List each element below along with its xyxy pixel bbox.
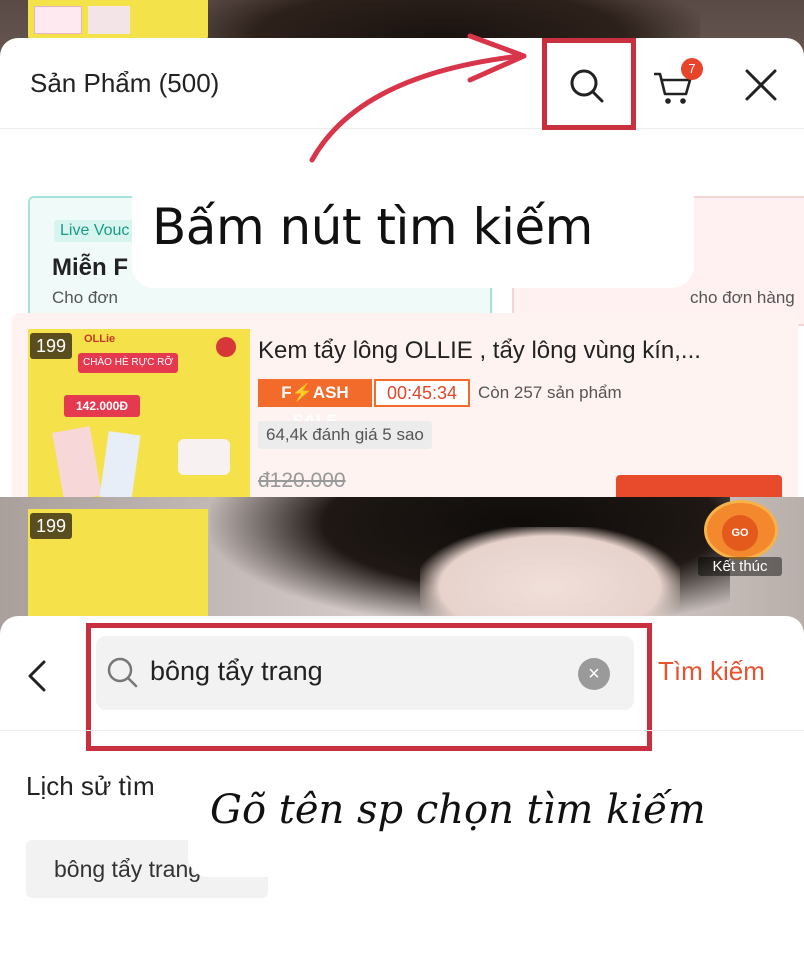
cherry-icon: [216, 337, 236, 357]
sheet-title: Sản Phẩm (500): [30, 68, 220, 98]
buy-button[interactable]: [616, 475, 782, 497]
product-image-banner: CHÀO HÈ RỰC RỠ: [78, 353, 178, 373]
product-image-price: 142.000Đ: [64, 395, 140, 417]
back-icon[interactable]: [22, 656, 52, 696]
close-icon[interactable]: [742, 66, 780, 104]
annotation-bubble-1: Bấm nút tìm kiếm: [132, 176, 694, 288]
search-input-highlight-box: [86, 623, 652, 751]
voucher-tag: Live Vouc: [54, 220, 136, 242]
annotation-text-2: Gõ tên sp chọn tìm kiếm: [210, 787, 706, 833]
voucher-title: Miễn F: [52, 254, 128, 281]
original-price: đ120.000: [258, 469, 346, 492]
go-button[interactable]: GO: [722, 515, 758, 551]
product-number-badge: 199: [30, 513, 72, 539]
product-image[interactable]: 199 OLLie CHÀO HÈ RỰC RỠ 142.000Đ: [28, 329, 250, 497]
product-name[interactable]: Kem tẩy lông OLLIE , tẩy lông vùng kín,.…: [258, 337, 701, 365]
product-card[interactable]: 199 OLLie CHÀO HÈ RỰC RỠ 142.000Đ Kem tẩ…: [12, 313, 798, 497]
divider: [0, 730, 804, 731]
annotation-bubble-2: Gõ tên sp chọn tìm kiếm: [188, 761, 778, 877]
stock-remaining: Còn 257 sản phẩm: [478, 383, 622, 402]
voucher-subtitle-2: cho đơn hàng: [690, 288, 795, 307]
product-number-badge: 199: [30, 333, 72, 359]
end-countdown-label: Kết thúc: [698, 557, 782, 576]
product-thumbnail-peek: [28, 0, 208, 40]
rating-badge: 64,4k đánh giá 5 sao: [258, 421, 432, 449]
product-thumbnail[interactable]: 199: [28, 509, 208, 619]
flash-sale-timer: 00:45:34: [374, 379, 470, 407]
divider: [0, 128, 804, 129]
bottom-screenshot: 199 GO Kết thúc bông tẩy trang × Tìm kiế…: [0, 497, 804, 962]
search-history-chip-label: bông tẩy trang: [54, 856, 202, 882]
flash-sale-badge: F⚡ASH SALE: [258, 379, 372, 430]
cart-count-badge: 7: [681, 58, 703, 80]
annotation-text-1: Bấm nút tìm kiếm: [152, 198, 593, 256]
top-screenshot: Sản Phẩm (500) Live Vouc Miễn F Cho đơn …: [0, 0, 804, 497]
search-submit-button[interactable]: Tìm kiếm: [658, 656, 765, 687]
search-highlight-box: [542, 38, 636, 130]
voucher-subtitle: Cho đơn: [52, 288, 118, 307]
product-brand-logo: OLLie: [84, 333, 116, 345]
search-history-title: Lịch sử tìm: [26, 771, 155, 801]
